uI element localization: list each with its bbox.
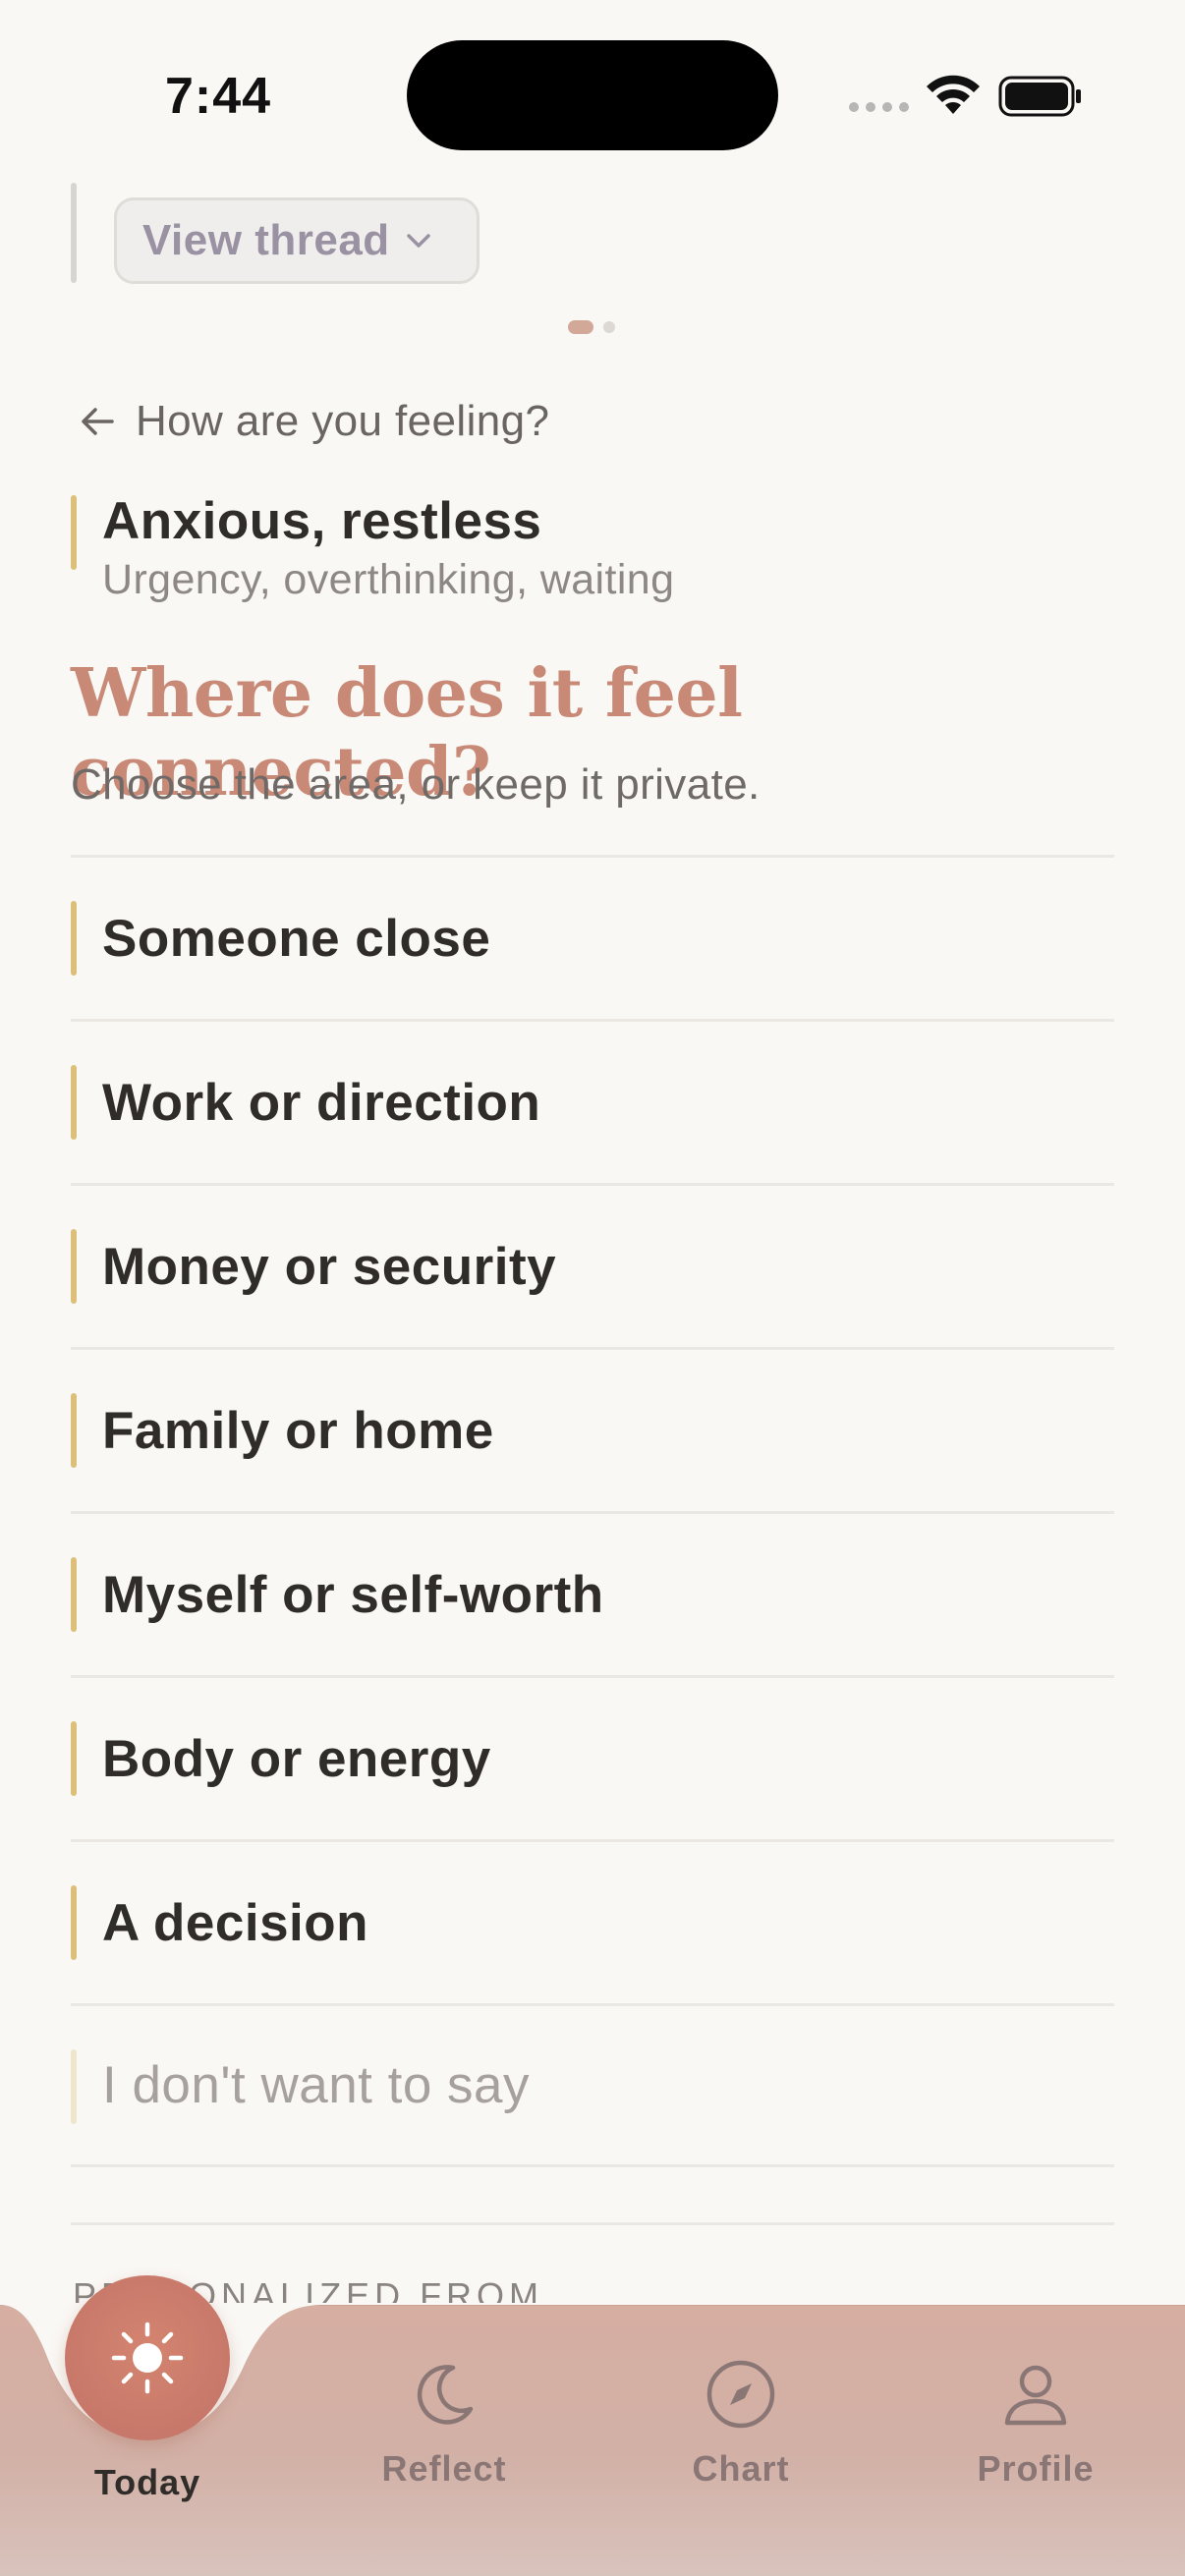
page-indicator xyxy=(568,320,615,334)
option-label: Myself or self-worth xyxy=(102,1565,604,1624)
option-body-or-energy[interactable]: Body or energy xyxy=(71,1675,1114,1839)
option-label: Body or energy xyxy=(102,1729,491,1788)
option-prefer-not-to-say[interactable]: I don't want to say xyxy=(71,2003,1114,2167)
tab-profile[interactable]: Profile xyxy=(937,2358,1134,2490)
thread-line xyxy=(71,183,77,283)
compass-icon xyxy=(706,2360,775,2429)
option-label: A decision xyxy=(102,1893,369,1952)
question-subtitle: Choose the area, or keep it private. xyxy=(71,760,761,809)
option-myself-or-self-worth[interactable]: Myself or self-worth xyxy=(71,1511,1114,1675)
option-money-or-security[interactable]: Money or security xyxy=(71,1183,1114,1347)
tab-profile-label: Profile xyxy=(977,2448,1095,2489)
back-label: How are you feeling? xyxy=(136,397,550,445)
option-marker xyxy=(71,1393,77,1468)
feeling-marker xyxy=(71,495,77,570)
view-thread-button[interactable]: View thread xyxy=(114,197,480,284)
area-options-list: Someone close Work or direction Money or… xyxy=(71,855,1114,2167)
person-icon xyxy=(1004,2365,1067,2426)
page-dot-active xyxy=(568,320,593,334)
tab-chart[interactable]: Chart xyxy=(643,2358,839,2490)
feeling-subtitle: Urgency, overthinking, waiting xyxy=(102,556,675,603)
option-marker xyxy=(71,1885,77,1960)
page-dot xyxy=(603,321,615,333)
option-marker xyxy=(71,901,77,976)
option-marker xyxy=(71,1229,77,1304)
option-label: Money or security xyxy=(102,1237,557,1296)
sun-icon xyxy=(111,2322,184,2394)
option-label: I don't want to say xyxy=(102,2056,531,2114)
tab-reflect[interactable]: Reflect xyxy=(346,2358,542,2490)
dynamic-island xyxy=(407,40,778,150)
tab-reflect-label: Reflect xyxy=(381,2448,507,2489)
option-family-or-home[interactable]: Family or home xyxy=(71,1347,1114,1511)
option-a-decision[interactable]: A decision xyxy=(71,1839,1114,2003)
status-time: 7:44 xyxy=(165,68,272,125)
option-marker xyxy=(71,1721,77,1796)
option-someone-close[interactable]: Someone close xyxy=(71,855,1114,1019)
arrow-left-icon xyxy=(82,408,114,435)
option-marker xyxy=(71,2049,77,2124)
option-label: Work or direction xyxy=(102,1073,541,1132)
tab-today-label: Today xyxy=(93,2462,201,2502)
option-work-or-direction[interactable]: Work or direction xyxy=(71,1019,1114,1183)
option-marker xyxy=(71,1065,77,1140)
screen: 7:44 View thread How are you feeling? An… xyxy=(0,0,1185,2576)
chevron-down-icon xyxy=(406,234,430,248)
option-marker xyxy=(71,1557,77,1632)
tab-today[interactable] xyxy=(65,2275,230,2440)
section-divider xyxy=(71,2222,1114,2225)
cellular-signal-icon xyxy=(849,102,909,112)
back-button[interactable]: How are you feeling? xyxy=(77,397,549,446)
battery-icon xyxy=(998,76,1081,117)
option-label: Someone close xyxy=(102,909,491,968)
feeling-title: Anxious, restless xyxy=(102,492,542,550)
tab-chart-label: Chart xyxy=(692,2448,790,2489)
view-thread-label: View thread xyxy=(142,216,390,264)
moon-icon xyxy=(417,2365,474,2425)
wifi-icon xyxy=(927,75,980,114)
option-label: Family or home xyxy=(102,1401,494,1460)
